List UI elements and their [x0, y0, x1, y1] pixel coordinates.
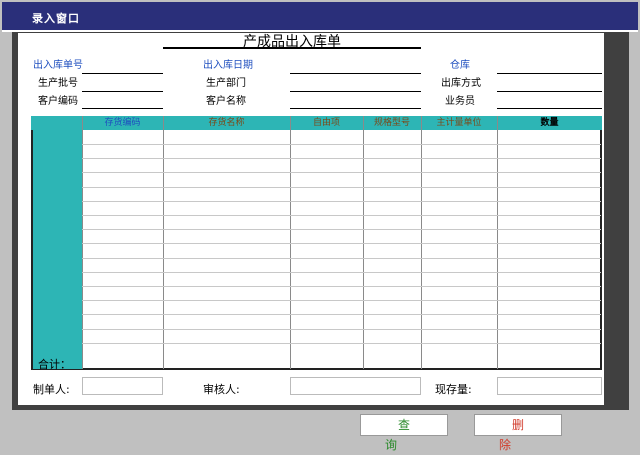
grid-row-divider: [82, 343, 601, 344]
warehouse-label: 仓库: [450, 60, 470, 71]
date-field[interactable]: [290, 73, 421, 74]
batch-no-label: 生产批号: [38, 78, 78, 89]
title-bar: 录入窗口: [2, 2, 638, 32]
date-label: 出入库日期: [203, 60, 253, 71]
dept-field[interactable]: [290, 91, 421, 92]
customer-code-label: 客户编码: [38, 96, 78, 107]
grid-row-divider: [82, 300, 601, 301]
grid-row-divider: [82, 215, 601, 216]
grid-row-divider: [82, 229, 601, 230]
total-label: 合计：: [38, 358, 71, 371]
dept-label: 生产部门: [206, 78, 246, 89]
out-method-label: 出库方式: [441, 78, 481, 89]
col-header-item-code[interactable]: 存货编码: [82, 116, 163, 130]
col-header-free-item[interactable]: 自由项: [290, 116, 363, 130]
reviewer-field[interactable]: [290, 377, 421, 395]
grid-row-divider: [82, 144, 601, 145]
salesman-field[interactable]: [497, 108, 602, 109]
entry-window: 录入窗口 产成品出入库单 出入库单号 出入库日期 仓库 生产批号 生产部门 出库…: [0, 0, 640, 452]
query-button[interactable]: 查询: [360, 414, 448, 452]
grid-row-divider: [82, 272, 601, 273]
window-title: 录入窗口: [32, 12, 80, 25]
col-header-spec[interactable]: 规格型号: [363, 116, 421, 130]
warehouse-field[interactable]: [497, 73, 602, 74]
batch-no-field[interactable]: [82, 91, 163, 92]
reviewer-label: 审核人:: [203, 383, 240, 396]
salesman-label: 业务员: [445, 96, 475, 107]
maker-label: 制单人:: [33, 383, 70, 396]
grid-row-divider: [82, 258, 601, 259]
col-header-quantity[interactable]: 数量: [497, 116, 602, 130]
order-no-field[interactable]: [82, 73, 163, 74]
title-underline: [163, 47, 421, 49]
customer-name-field[interactable]: [290, 108, 421, 109]
maker-field[interactable]: [82, 377, 163, 395]
grid-row-header-column: [33, 130, 82, 369]
grid-row-divider: [82, 329, 601, 330]
grid-row-divider: [82, 286, 601, 287]
grid-row-divider: [82, 187, 601, 188]
grid-row-divider: [82, 201, 601, 202]
col-header-item-name[interactable]: 存货名称: [163, 116, 290, 130]
customer-code-field[interactable]: [82, 108, 163, 109]
col-header-unit[interactable]: 主计量单位: [421, 116, 497, 130]
grid-row-divider: [82, 172, 601, 173]
customer-name-label: 客户名称: [206, 96, 246, 107]
delete-button[interactable]: 删除: [474, 414, 562, 452]
order-no-label: 出入库单号: [33, 60, 83, 71]
stock-field[interactable]: [497, 377, 602, 395]
out-method-field[interactable]: [497, 91, 602, 92]
grid-row-divider: [82, 314, 601, 315]
grid-row-divider: [82, 158, 601, 159]
stock-label: 现存量:: [435, 383, 472, 396]
grid-row-divider: [82, 243, 601, 244]
